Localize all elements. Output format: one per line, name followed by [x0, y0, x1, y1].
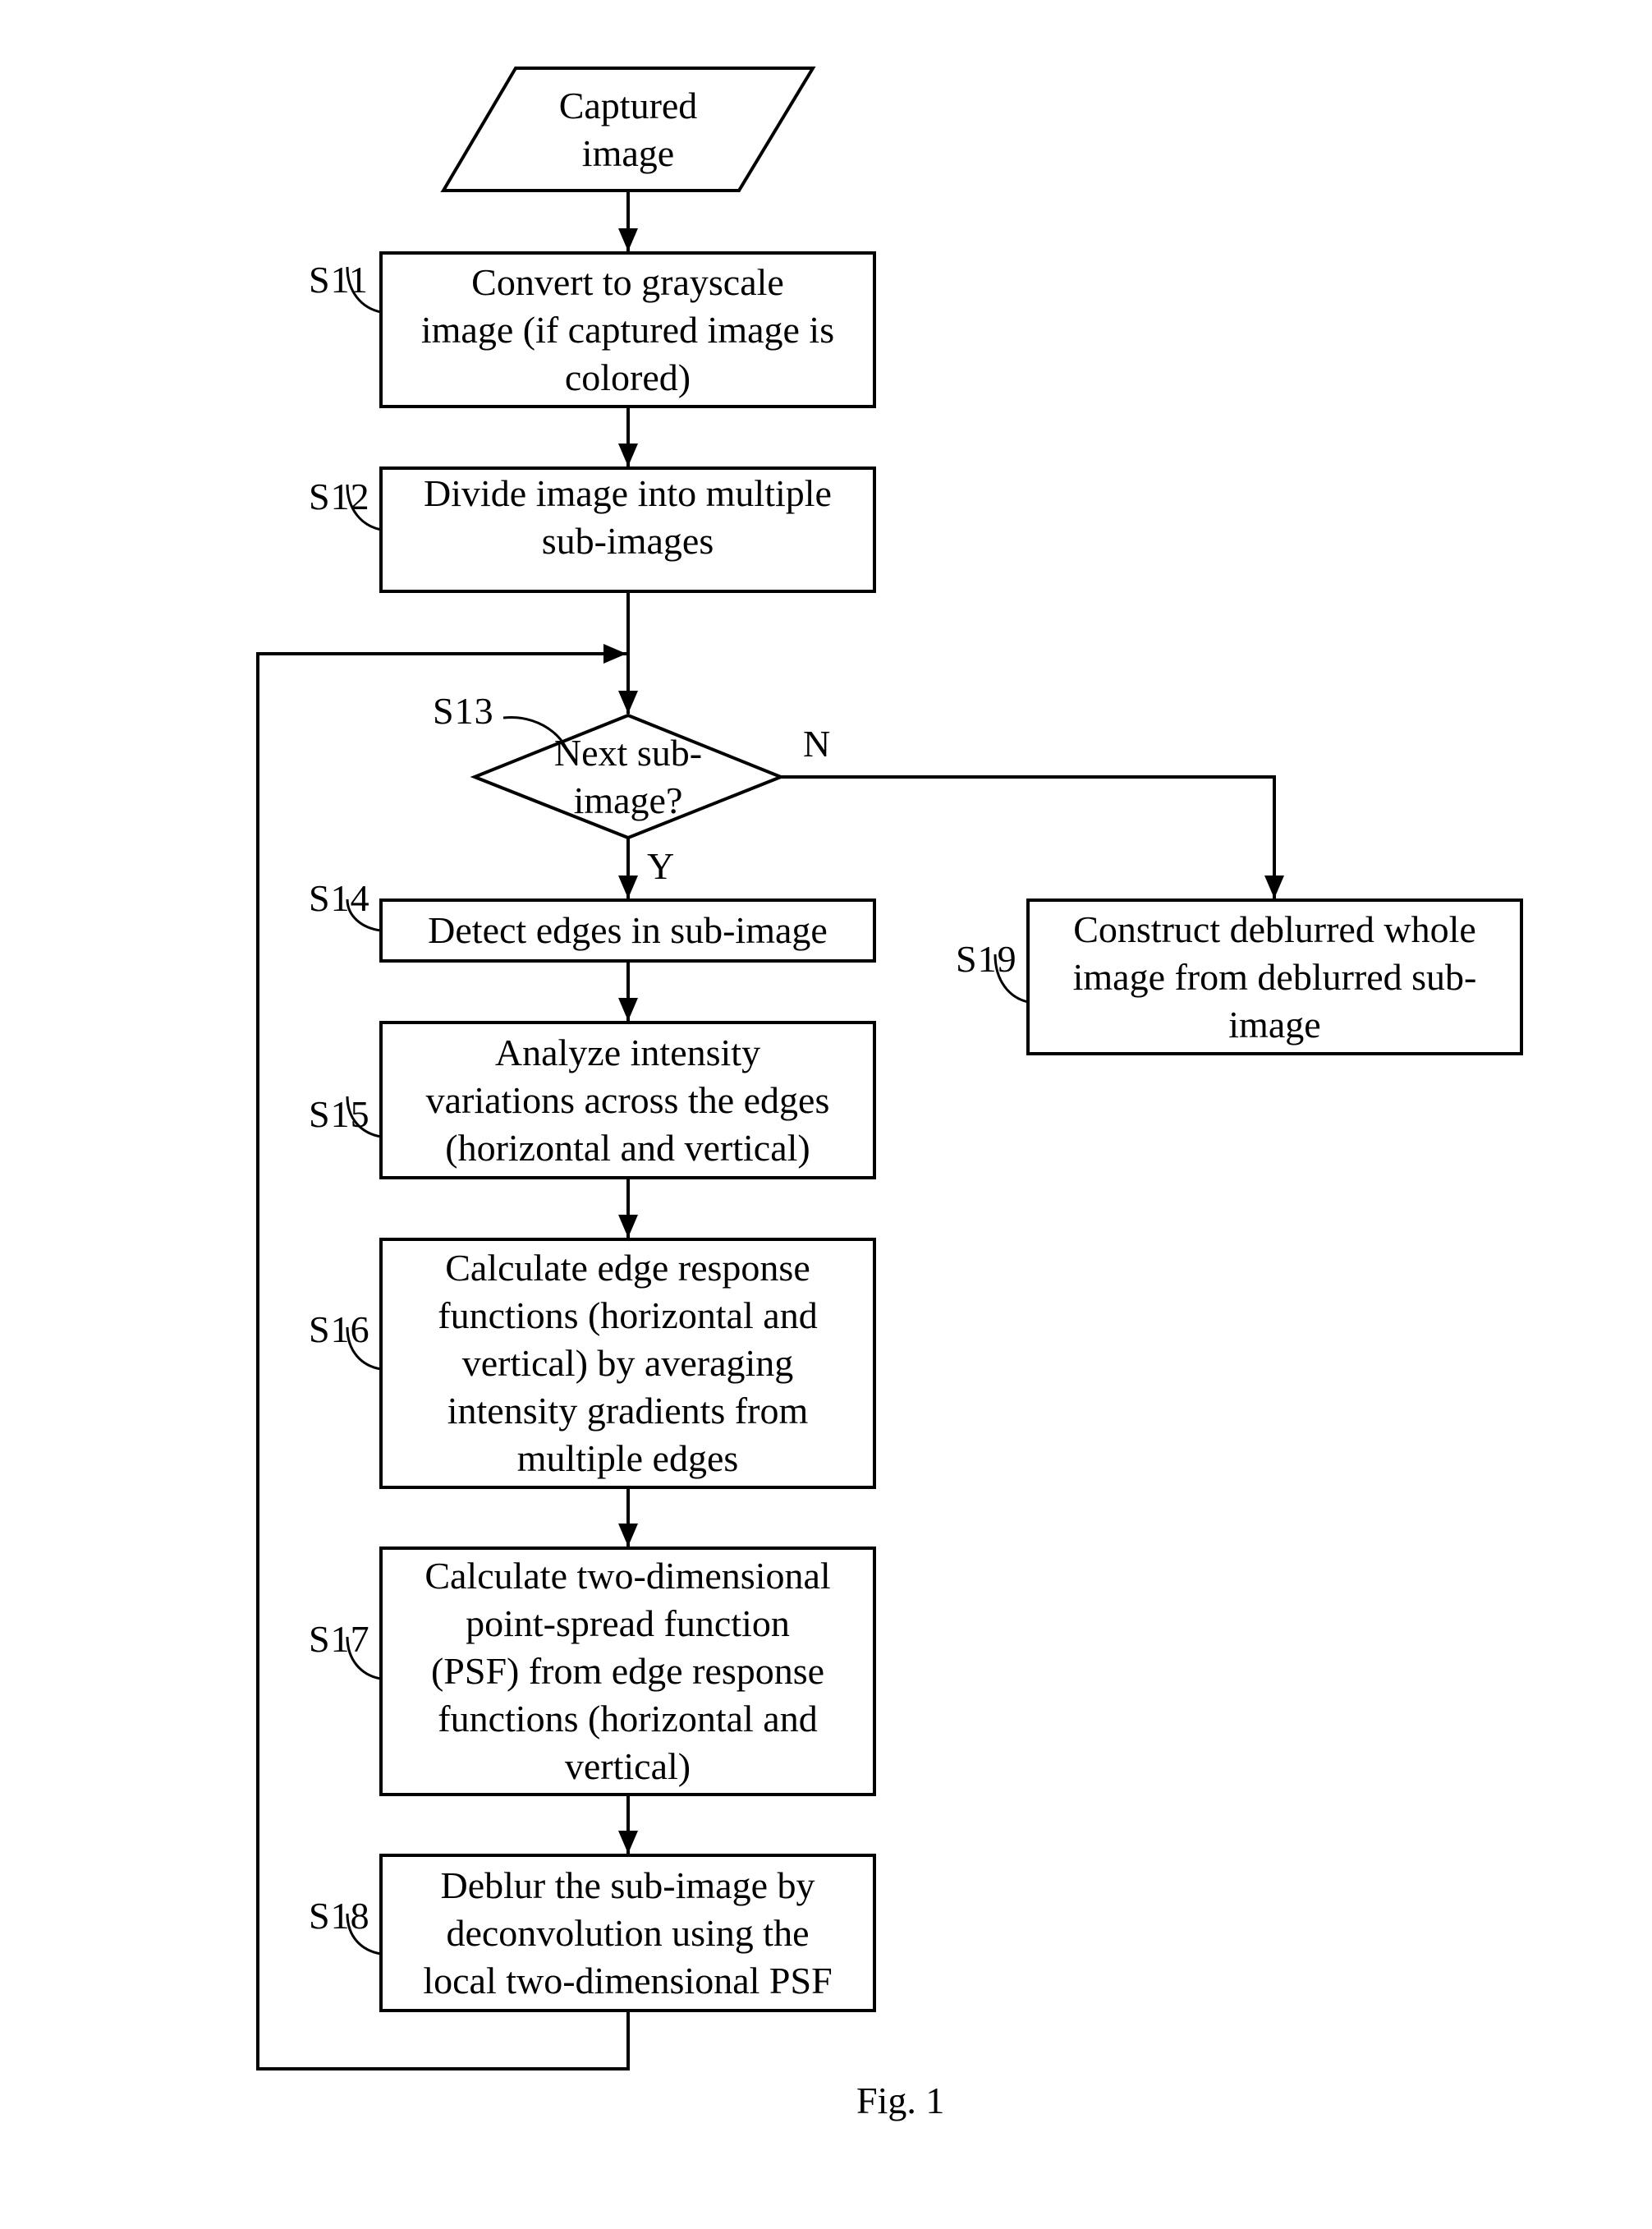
s17-text: Calculate two-dimensional point-spread f…	[424, 1555, 831, 1787]
s12-text: Divide image into multiple sub-images	[424, 472, 832, 562]
input-label: Captured image	[558, 84, 698, 174]
s19-text: Construct deblurred whole image from deb…	[1072, 908, 1477, 1046]
s17-step-label: S17	[309, 1618, 370, 1660]
s16-text: Calculate edge response functions (horiz…	[438, 1247, 818, 1479]
s11-step-label: S11	[309, 259, 369, 301]
s15-step-label: S15	[309, 1093, 370, 1135]
branch-label-yes: Y	[647, 845, 675, 887]
s18-text: Deblur the sub-image by deconvolution us…	[423, 1864, 833, 2002]
s13-text: Next sub- image?	[553, 732, 703, 821]
s11-text: Convert to grayscale image (if captured …	[420, 260, 835, 398]
s18-step-label: S18	[309, 1895, 370, 1937]
s16-step-label: S16	[309, 1308, 370, 1350]
s12-step-label: S12	[309, 476, 370, 517]
s19-step-label: S19	[956, 938, 1017, 980]
s13-step-label: S13	[433, 690, 494, 732]
branch-label-no: N	[803, 723, 831, 765]
s15-text: Analyze intensity variations across the …	[425, 1031, 830, 1169]
s14-step-label: S14	[309, 877, 370, 919]
figure-caption: Fig. 1	[856, 2080, 945, 2121]
edge-s13-s19	[781, 775, 1284, 898]
s14-text: Detect edges in sub-image	[428, 909, 828, 951]
